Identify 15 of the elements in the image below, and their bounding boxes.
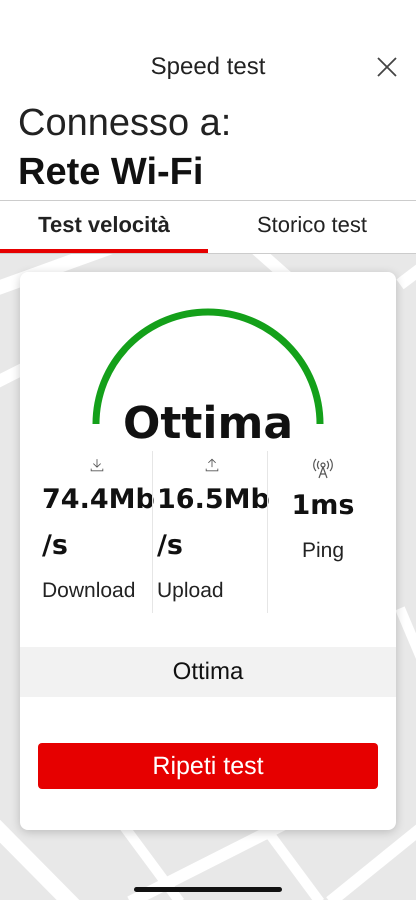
- metric-label: Ping: [302, 538, 344, 564]
- metric-value: 74.4Mb /s: [42, 483, 152, 563]
- metric-label: Upload: [157, 578, 224, 604]
- metric-value: 16.5Mb /s: [157, 483, 267, 563]
- close-icon[interactable]: [376, 56, 398, 78]
- network-name: Rete Wi-Fi: [17, 150, 204, 195]
- summary-band: Ottima: [20, 647, 396, 697]
- window-title: Speed test: [150, 53, 266, 81]
- tab[interactable]: Storico test: [208, 201, 416, 253]
- connection-label: Connesso a:: [17, 101, 232, 145]
- antenna-icon: [312, 457, 334, 479]
- metric-label: Download: [42, 578, 136, 604]
- metric-value: 1ms: [290, 489, 356, 523]
- rating-text: Ottima: [122, 398, 294, 449]
- repeat-test-button[interactable]: Ripeti test: [38, 743, 378, 789]
